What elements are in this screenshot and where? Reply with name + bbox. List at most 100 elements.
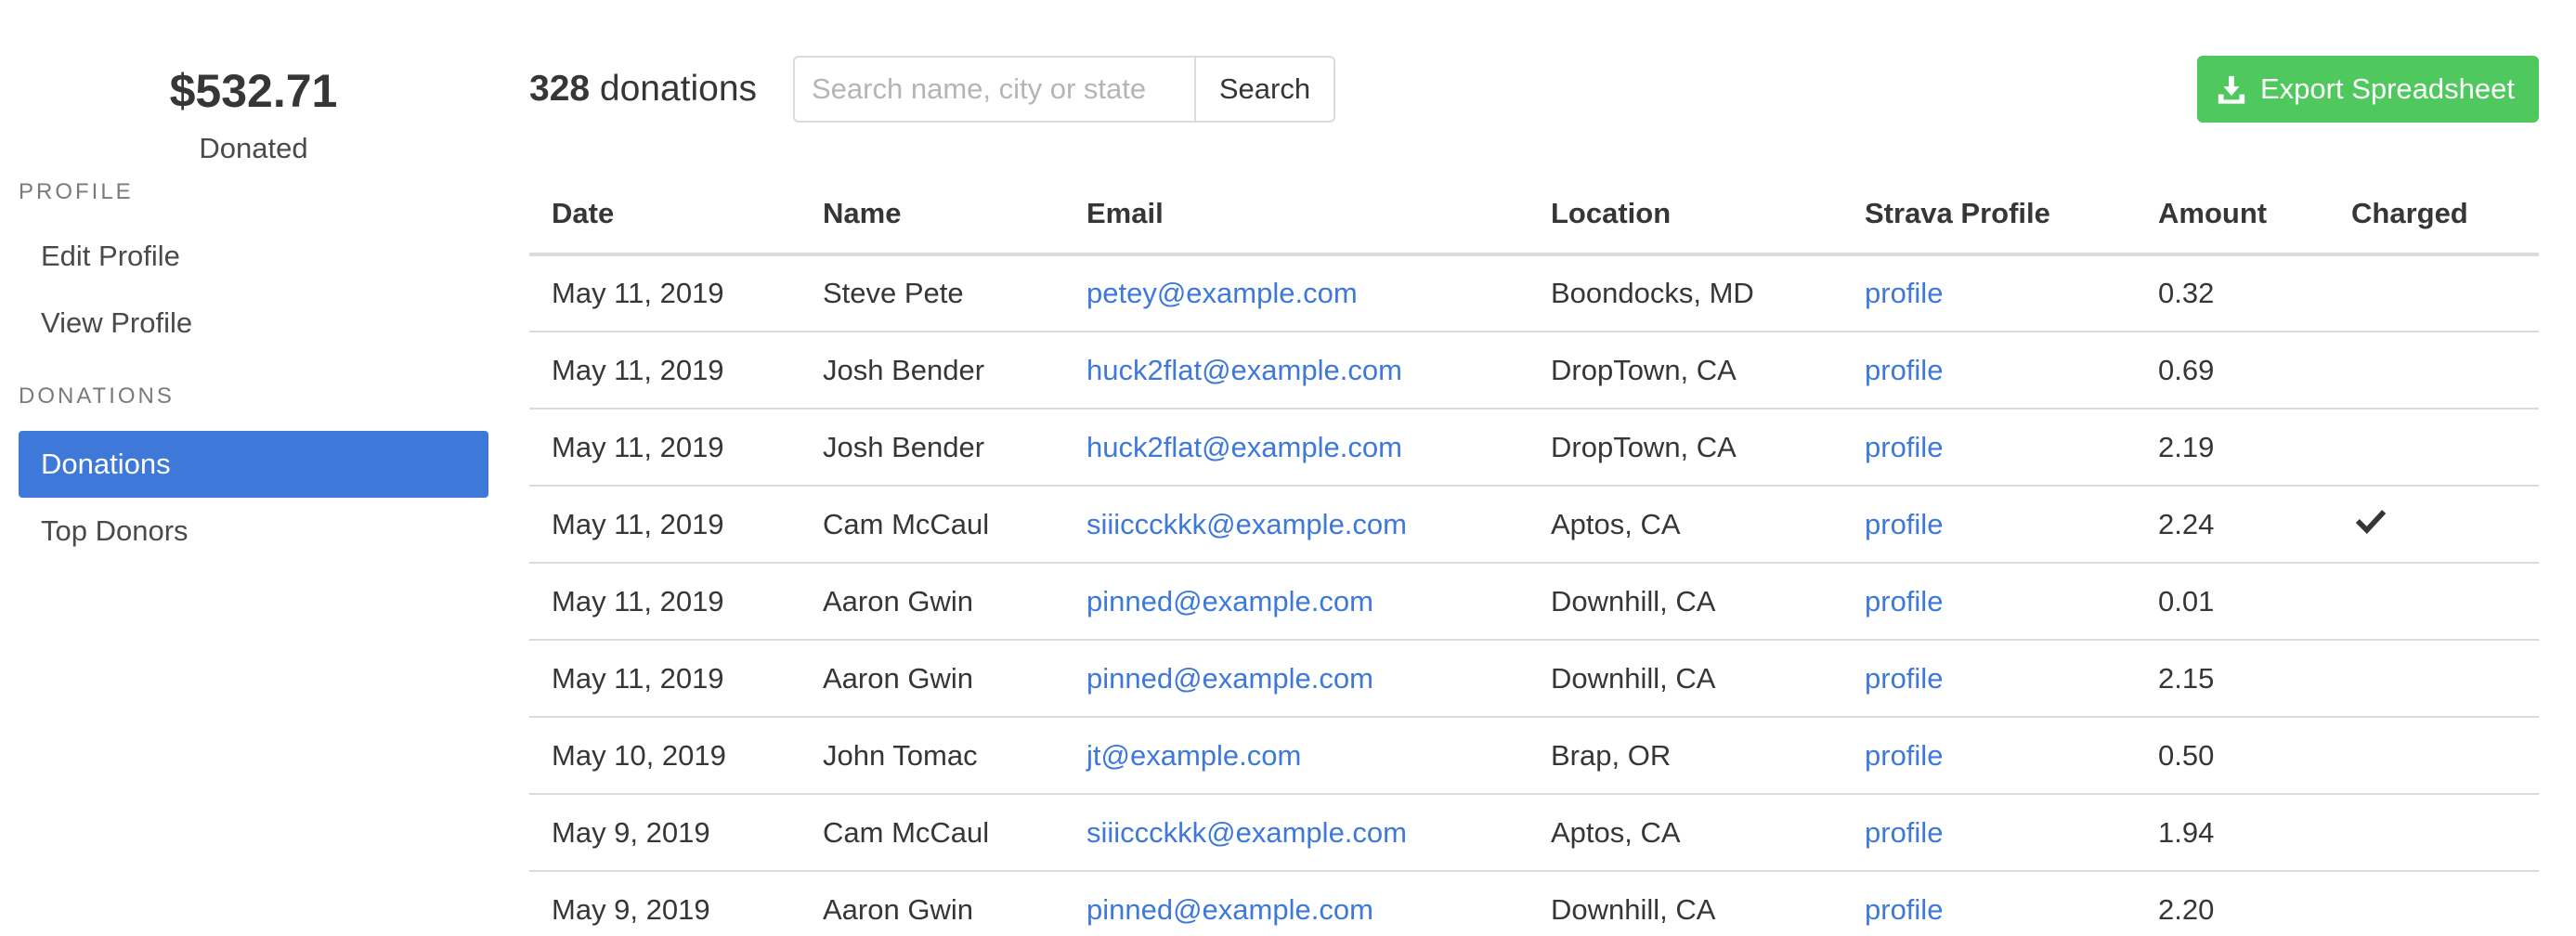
cell-name: Aaron Gwin xyxy=(800,563,1064,641)
cell-name: Aaron Gwin xyxy=(800,871,1064,936)
cell-location: Brap, OR xyxy=(1529,717,1842,795)
cell-strava-profile-link[interactable]: profile xyxy=(1842,640,2136,718)
cell-charged xyxy=(2329,332,2539,410)
cell-amount: 2.20 xyxy=(2136,871,2329,936)
cell-strava-profile-link[interactable]: profile xyxy=(1842,254,2136,332)
cell-charged xyxy=(2329,563,2539,641)
cell-email-link[interactable]: pinned@example.com xyxy=(1064,563,1529,641)
cell-strava-profile-link[interactable]: profile xyxy=(1842,871,2136,936)
cell-charged xyxy=(2329,640,2539,718)
column-header-email: Email xyxy=(1064,175,1529,256)
cell-strava-profile-link[interactable]: profile xyxy=(1842,332,2136,410)
cell-charged xyxy=(2329,717,2539,795)
cell-location: Boondocks, MD xyxy=(1529,254,1842,332)
donations-table: Date Name Email Location Strava Profile … xyxy=(529,175,2539,936)
cell-location: Downhill, CA xyxy=(1529,871,1842,936)
cell-date: May 11, 2019 xyxy=(529,409,800,487)
cell-amount: 0.50 xyxy=(2136,717,2329,795)
cell-date: May 11, 2019 xyxy=(529,332,800,410)
cell-email-link[interactable]: huck2flat@example.com xyxy=(1064,409,1529,487)
table-row: May 10, 2019 John Tomac jt@example.com B… xyxy=(529,717,2539,795)
cell-amount: 1.94 xyxy=(2136,794,2329,872)
sidebar-item-donations[interactable]: Donations xyxy=(19,431,488,498)
cell-date: May 11, 2019 xyxy=(529,563,800,641)
total-donated-amount: $532.71 xyxy=(169,65,338,117)
cell-strava-profile-link[interactable]: profile xyxy=(1842,563,2136,641)
column-header-amount: Amount xyxy=(2136,175,2329,256)
main-content: 328 donations Search Export Spreadsheet … xyxy=(529,54,2539,936)
table-row: May 11, 2019 Aaron Gwin pinned@example.c… xyxy=(529,563,2539,641)
cell-amount: 2.15 xyxy=(2136,640,2329,718)
search-input[interactable] xyxy=(793,56,1194,123)
cell-name: Josh Bender xyxy=(800,332,1064,410)
cell-charged xyxy=(2329,871,2539,936)
cell-email-link[interactable]: pinned@example.com xyxy=(1064,640,1529,718)
column-header-strava-profile: Strava Profile xyxy=(1842,175,2136,256)
donation-count-number: 328 xyxy=(529,69,591,109)
cell-charged xyxy=(2329,794,2539,872)
export-spreadsheet-label: Export Spreadsheet xyxy=(2259,72,2515,105)
page: $532.71 Donated PROFILE Edit Profile Vie… xyxy=(0,0,2576,936)
cell-amount: 0.01 xyxy=(2136,563,2329,641)
cell-email-link[interactable]: jt@example.com xyxy=(1064,717,1529,795)
cell-name: Cam McCaul xyxy=(800,486,1064,564)
column-header-charged: Charged xyxy=(2329,175,2539,256)
cell-name: John Tomac xyxy=(800,717,1064,795)
cell-email-link[interactable]: huck2flat@example.com xyxy=(1064,332,1529,410)
column-header-name: Name xyxy=(800,175,1064,256)
cell-date: May 11, 2019 xyxy=(529,254,800,332)
cell-date: May 9, 2019 xyxy=(529,871,800,936)
cell-charged xyxy=(2329,486,2539,564)
cell-amount: 2.19 xyxy=(2136,409,2329,487)
table-row: May 11, 2019 Josh Bender huck2flat@examp… xyxy=(529,332,2539,410)
cell-location: Aptos, CA xyxy=(1529,794,1842,872)
cell-email-link[interactable]: pinned@example.com xyxy=(1064,871,1529,936)
cell-strava-profile-link[interactable]: profile xyxy=(1842,409,2136,487)
table-row: May 11, 2019 Steve Pete petey@example.co… xyxy=(529,254,2539,332)
cell-location: Downhill, CA xyxy=(1529,640,1842,718)
column-header-date: Date xyxy=(529,175,800,256)
menu-list-donations: Donations Top Donors xyxy=(19,431,488,565)
cell-location: DropTown, CA xyxy=(1529,409,1842,487)
cell-name: Cam McCaul xyxy=(800,794,1064,872)
sidebar-item-view-profile[interactable]: View Profile xyxy=(19,290,488,357)
sidebar-item-top-donors[interactable]: Top Donors xyxy=(19,498,488,565)
cell-email-link[interactable]: siiiccckkk@example.com xyxy=(1064,486,1529,564)
cell-date: May 11, 2019 xyxy=(529,486,800,564)
cell-amount: 2.24 xyxy=(2136,486,2329,564)
table-row: May 11, 2019 Cam McCaul siiiccckkk@examp… xyxy=(529,486,2539,564)
checkmark-icon xyxy=(2355,507,2387,542)
export-spreadsheet-button[interactable]: Export Spreadsheet xyxy=(2196,56,2539,123)
sidebar-item-edit-profile[interactable]: Edit Profile xyxy=(19,223,488,290)
cell-strava-profile-link[interactable]: profile xyxy=(1842,486,2136,564)
download-icon xyxy=(2218,75,2245,104)
cell-date: May 9, 2019 xyxy=(529,794,800,872)
menu-label-profile: PROFILE xyxy=(19,179,134,204)
menu-label-donations: DONATIONS xyxy=(19,384,175,409)
sidebar: $532.71 Donated PROFILE Edit Profile Vie… xyxy=(19,54,488,565)
cell-charged xyxy=(2329,409,2539,487)
cell-name: Josh Bender xyxy=(800,409,1064,487)
menu-list-profile: Edit Profile View Profile xyxy=(19,223,488,357)
cell-email-link[interactable]: siiiccckkk@example.com xyxy=(1064,794,1529,872)
cell-amount: 0.69 xyxy=(2136,332,2329,410)
cell-location: Aptos, CA xyxy=(1529,486,1842,564)
cell-strava-profile-link[interactable]: profile xyxy=(1842,717,2136,795)
donation-count: 328 donations xyxy=(529,54,757,124)
cell-charged xyxy=(2329,254,2539,332)
search-button[interactable]: Search xyxy=(1194,56,1335,123)
cell-name: Aaron Gwin xyxy=(800,640,1064,718)
table-row: May 9, 2019 Cam McCaul siiiccckkk@exampl… xyxy=(529,794,2539,872)
column-header-location: Location xyxy=(1529,175,1842,256)
cell-location: DropTown, CA xyxy=(1529,332,1842,410)
search-group: Search xyxy=(793,56,1335,123)
table-row: May 9, 2019 Aaron Gwin pinned@example.co… xyxy=(529,871,2539,936)
cell-date: May 11, 2019 xyxy=(529,640,800,718)
cell-name: Steve Pete xyxy=(800,254,1064,332)
toolbar: 328 donations Search Export Spreadsheet xyxy=(529,54,2539,124)
cell-amount: 0.32 xyxy=(2136,254,2329,332)
cell-strava-profile-link[interactable]: profile xyxy=(1842,794,2136,872)
table-header-row: Date Name Email Location Strava Profile … xyxy=(529,175,2539,256)
cell-email-link[interactable]: petey@example.com xyxy=(1064,254,1529,332)
donation-count-suffix: donations xyxy=(590,69,758,109)
